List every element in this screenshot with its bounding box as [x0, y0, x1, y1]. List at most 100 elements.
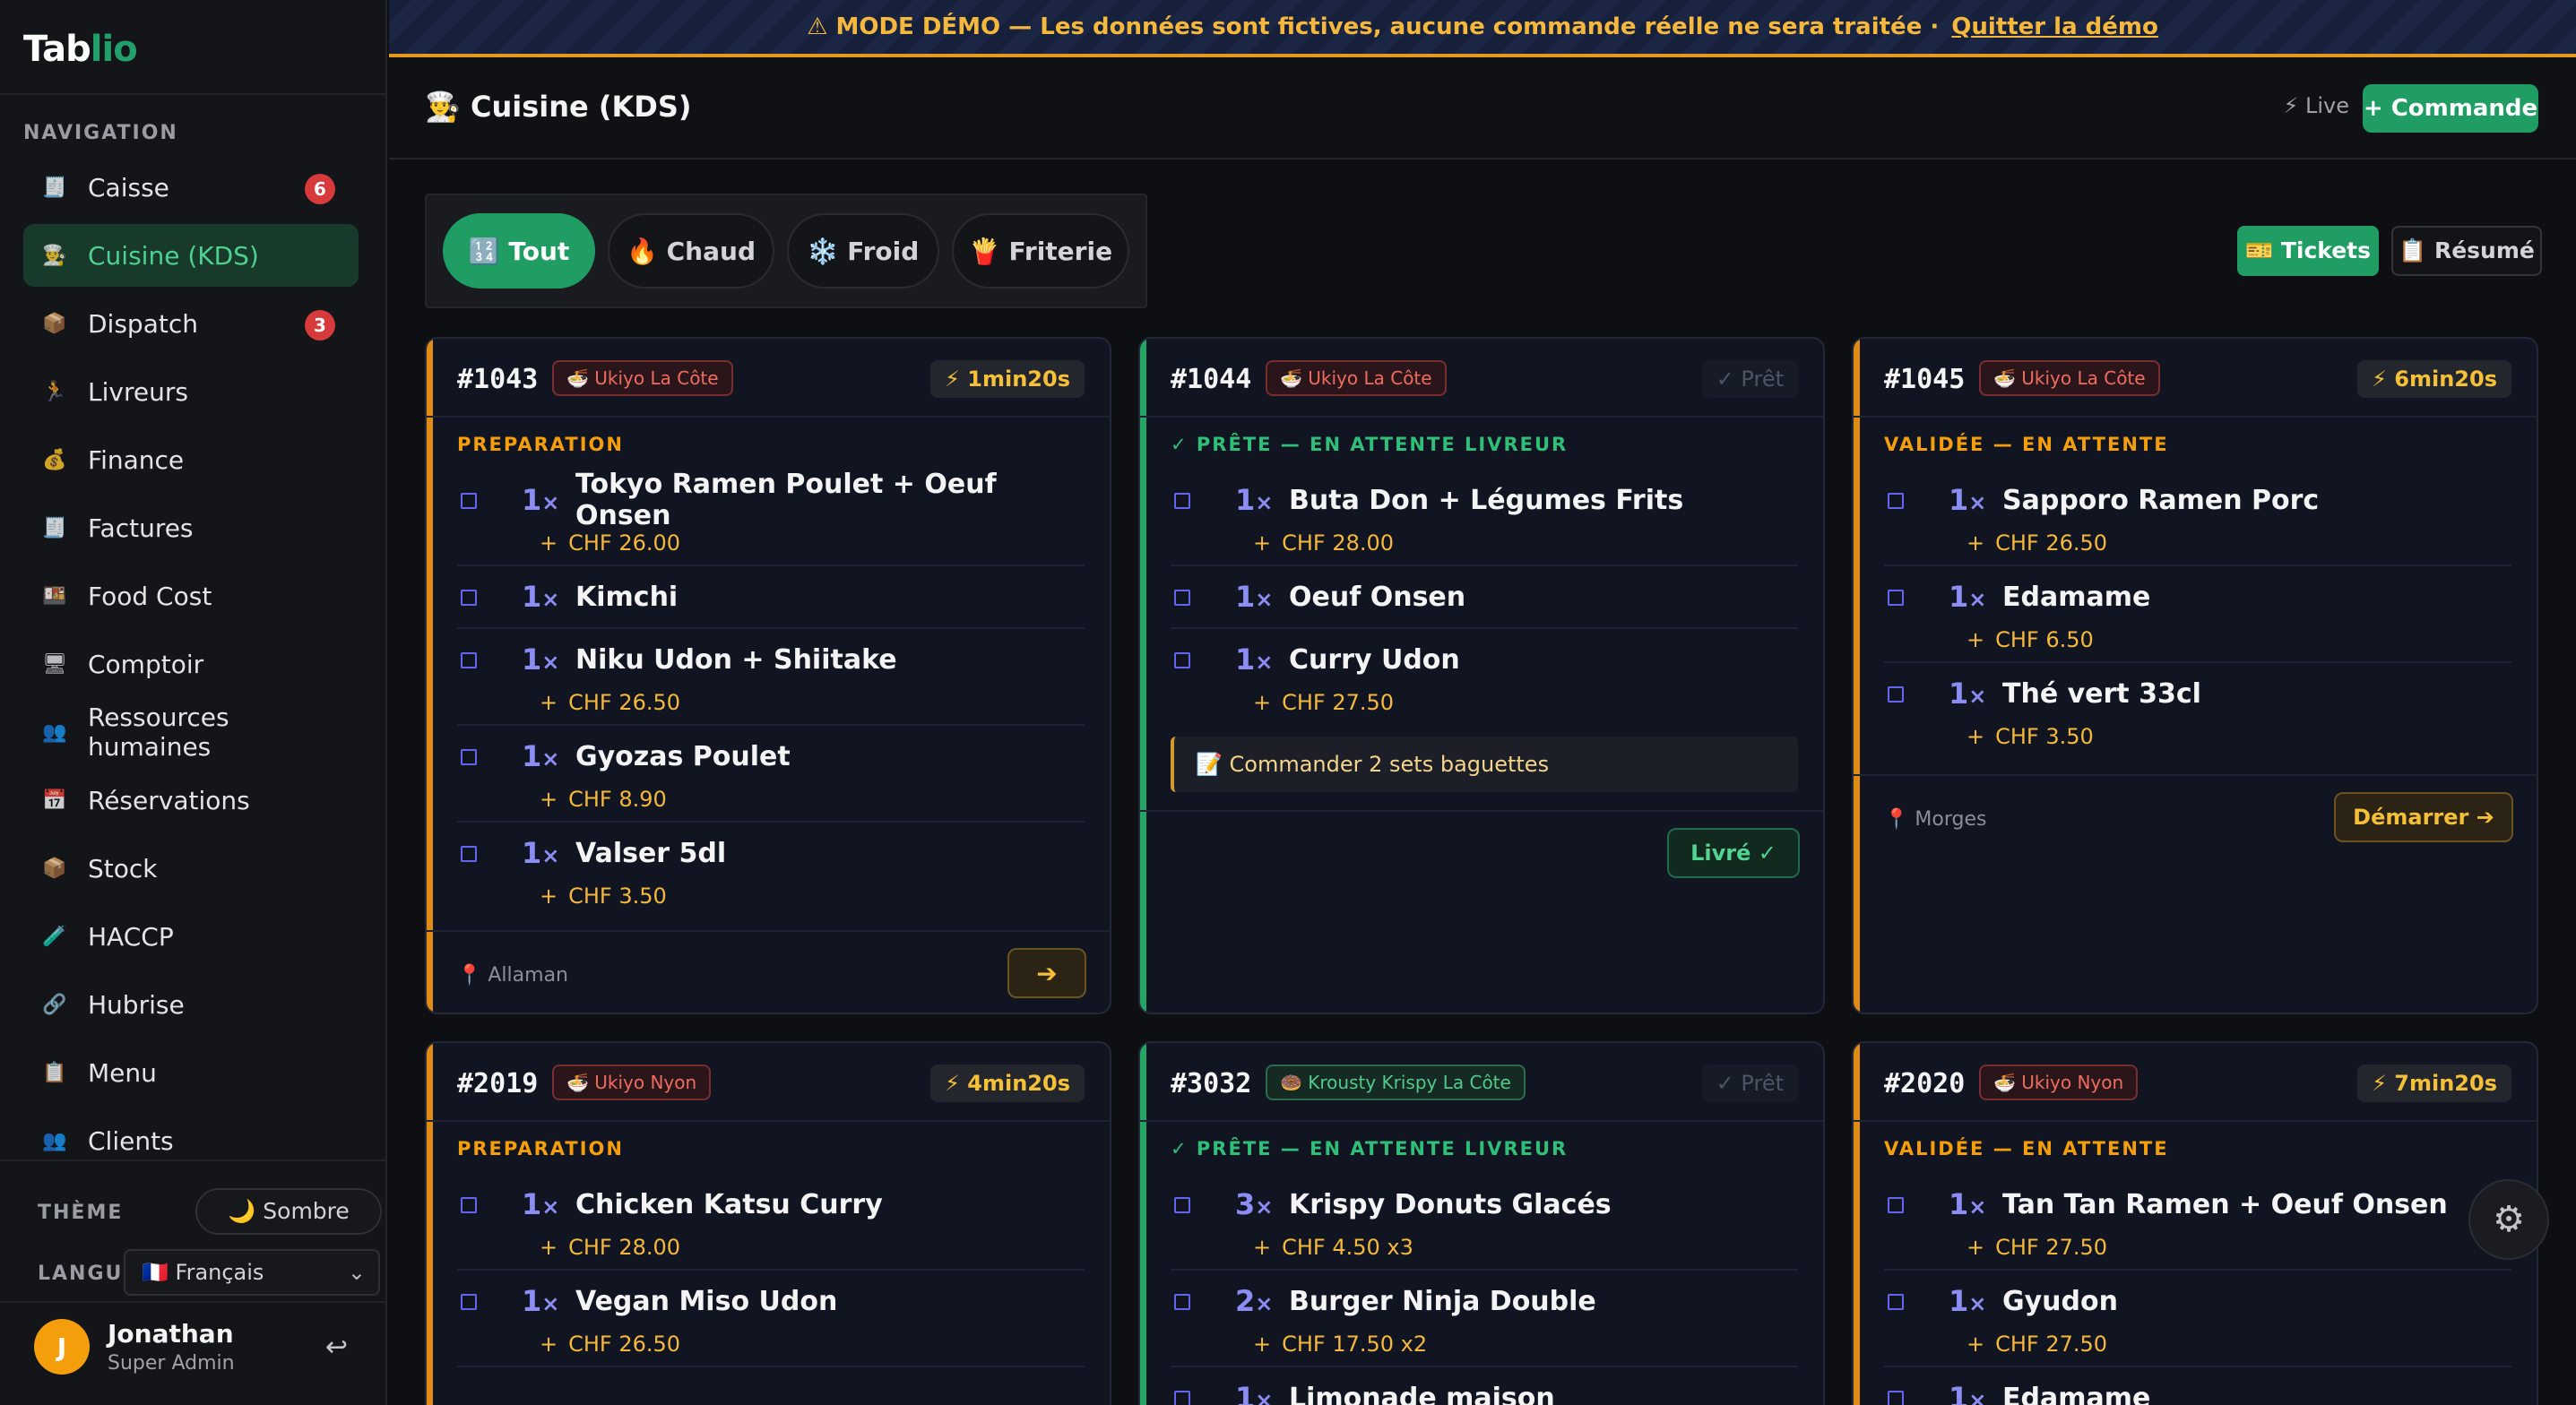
item-price: + CHF 26.50 — [540, 1332, 681, 1357]
item-checkbox[interactable] — [1888, 590, 1904, 606]
order-timer: ⚡ 1min20s — [930, 360, 1085, 398]
item-qty: 1× — [522, 642, 560, 677]
item-checkbox[interactable] — [1888, 1391, 1904, 1405]
user-profile[interactable]: J Jonathan Super Admin ↩ — [34, 1317, 357, 1376]
view-resume-button[interactable]: 📋 Résumé — [2391, 226, 2542, 276]
item-checkbox[interactable] — [461, 590, 477, 606]
item-qty: 1× — [1949, 1284, 1987, 1318]
status-stripe — [427, 339, 433, 1013]
order-card-header: #1045 🍜 Ukiyo La Côte ⚡ 6min20s — [1854, 339, 2537, 418]
sidebar-item-cuisine-kds[interactable]: 👨‍🍳 Cuisine (KDS) — [23, 224, 359, 287]
sidebar-item-menu[interactable]: 📋 Menu — [23, 1041, 359, 1104]
filter-tout[interactable]: 🔢 Tout — [443, 213, 595, 289]
item-qty-value: 1 — [522, 1284, 542, 1318]
sidebar-item-label: Ressources humaines — [88, 702, 229, 762]
order-card: #1045 🍜 Ukiyo La Côte ⚡ 6min20s VALIDÉE … — [1852, 337, 2538, 1014]
station-filter-bar: 🔢 Tout 🔥 Chaud ❄️ Froid 🍟 Friterie — [425, 194, 1147, 308]
item-name: Gyozas Poulet — [575, 740, 791, 772]
settings-gear-icon[interactable]: ⚙ — [2468, 1179, 2549, 1260]
sidebar-item-haccp[interactable]: 🧪 HACCP — [23, 905, 359, 968]
quit-demo-link[interactable]: Quitter la démo — [1951, 13, 2158, 40]
order-item: 1× Valser 5dl + CHF 3.50 — [457, 823, 1085, 918]
item-checkbox[interactable] — [461, 493, 477, 509]
sidebar-item-stock[interactable]: 📦 Stock — [23, 837, 359, 900]
item-qty-value: 1 — [522, 580, 542, 614]
item-checkbox[interactable] — [1888, 1197, 1904, 1213]
item-price: + CHF 26.00 — [540, 530, 681, 556]
item-checkbox[interactable] — [1174, 1391, 1190, 1405]
item-checkbox[interactable] — [461, 749, 477, 765]
sidebar-item-finance[interactable]: 💰 Finance — [23, 428, 359, 491]
new-order-button[interactable]: + Commande — [2363, 84, 2538, 133]
live-indicator: ⚡ Live — [2283, 93, 2350, 118]
order-item: 1× Edamame + CHF 6.50 — [1884, 566, 2511, 663]
sidebar-item-dispatch[interactable]: 📦 Dispatch 3 — [23, 292, 359, 355]
item-price: + CHF 26.50 — [540, 690, 681, 715]
advance-order-button[interactable]: ➔ — [1007, 948, 1086, 998]
item-checkbox[interactable] — [1174, 1197, 1190, 1213]
app-logo[interactable]: Tab lio — [23, 27, 138, 72]
item-name: Curry Udon — [1289, 643, 1460, 676]
order-item: 1× Tan Tan Ramen + Oeuf Onsen + CHF 27.50 — [1884, 1174, 2511, 1271]
sidebar-item-label: Factures — [88, 513, 194, 543]
item-name: Chicken Katsu Curry — [575, 1188, 883, 1220]
item-price-value: CHF 26.50 — [568, 1332, 681, 1357]
item-checkbox[interactable] — [1888, 493, 1904, 509]
item-name: Niku Udon + Shiitake — [575, 643, 897, 676]
item-qty: 1× — [1235, 580, 1274, 614]
theme-toggle-button[interactable]: 🌙 Sombre — [195, 1188, 382, 1235]
sidebar-item-label: Réservations — [88, 785, 250, 815]
item-price: + CHF 27.50 — [1253, 690, 1395, 715]
sidebar-item-caisse[interactable]: 🧾 Caisse 6 — [23, 156, 359, 219]
item-checkbox[interactable] — [461, 1294, 477, 1310]
item-checkbox[interactable] — [461, 652, 477, 668]
item-price: + CHF 17.50 x2 — [1253, 1332, 1428, 1357]
nav-icon: 📦 — [42, 312, 67, 335]
item-name: Limonade maison — [1289, 1382, 1555, 1405]
logout-icon[interactable]: ↩ — [325, 1332, 348, 1363]
item-price: + CHF 27.50 — [1967, 1235, 2108, 1260]
sidebar-item-r-servations[interactable]: 📅 Réservations — [23, 769, 359, 832]
order-item: 1× Oeuf Onsen — [1171, 566, 1798, 629]
sidebar-item-clients[interactable]: 👥 Clients — [23, 1109, 359, 1172]
sidebar-item-comptoir[interactable]: 🖥 Comptoir — [23, 633, 359, 695]
item-checkbox[interactable] — [1888, 686, 1904, 702]
item-qty: 1× — [1949, 1187, 1987, 1221]
item-name: Oeuf Onsen — [1289, 581, 1466, 613]
item-name: Burger Ninja Double — [1289, 1285, 1596, 1317]
order-timer: ⚡ 4min20s — [930, 1065, 1085, 1102]
order-item: 1× Curry Udon + CHF 27.50 — [1171, 629, 1798, 724]
item-checkbox[interactable] — [461, 846, 477, 862]
demo-banner-text: ⚠ MODE DÉMO — Les données sont fictives,… — [807, 13, 1940, 40]
delivered-button[interactable]: Livré ✓ — [1667, 828, 1800, 878]
item-checkbox[interactable] — [1174, 652, 1190, 668]
item-qty-value: 1 — [1949, 580, 1969, 614]
nav-section-title: NAVIGATION — [23, 122, 178, 144]
order-item: 1× Niku Udon + Shiitake + CHF 26.50 — [457, 629, 1085, 726]
sidebar-item-hubrise[interactable]: 🔗 Hubrise — [23, 973, 359, 1036]
sidebar-item-food-cost[interactable]: 🍱 Food Cost — [23, 565, 359, 627]
item-price-value: CHF 4.50 x3 — [1282, 1235, 1413, 1260]
item-checkbox[interactable] — [1174, 493, 1190, 509]
sidebar-item-factures[interactable]: 🧾 Factures — [23, 496, 359, 559]
start-order-button[interactable]: Démarrer ➔ — [2334, 792, 2513, 842]
item-checkbox[interactable] — [1888, 1294, 1904, 1310]
sidebar: Tab lio NAVIGATION 🧾 Caisse 6 👨‍🍳 Cuisine (KD… — [0, 0, 387, 1405]
item-name: Valser 5dl — [575, 837, 727, 869]
item-checkbox[interactable] — [1174, 1294, 1190, 1310]
view-tickets-button[interactable]: 🎫 Tickets — [2237, 226, 2379, 276]
sidebar-item-livreurs[interactable]: 🏃 Livreurs — [23, 360, 359, 423]
sidebar-item-ressources-humaines[interactable]: 👥 Ressources humaines — [23, 701, 359, 763]
filter-froid[interactable]: ❄️ Froid — [787, 213, 939, 289]
order-item: 1× Buta Don + Légumes Frits + CHF 28.00 — [1171, 470, 1798, 566]
item-price-value: CHF 28.00 — [568, 1235, 681, 1260]
language-select[interactable]: 🇫🇷 Français ⌄ — [124, 1249, 380, 1296]
order-items: 3× Krispy Donuts Glacés + CHF 4.50 x3 2× Bur… — [1171, 1174, 1798, 1405]
filter-chaud[interactable]: 🔥 Chaud — [608, 213, 774, 289]
order-items: 1× Tokyo Ramen Poulet + Oeuf Onsen + CHF 26… — [457, 469, 1085, 918]
sidebar-item-label: Caisse — [88, 172, 169, 203]
order-number: #1044 — [1171, 364, 1252, 395]
item-checkbox[interactable] — [461, 1197, 477, 1213]
item-checkbox[interactable] — [1174, 590, 1190, 606]
filter-friterie[interactable]: 🍟 Friterie — [952, 213, 1129, 289]
